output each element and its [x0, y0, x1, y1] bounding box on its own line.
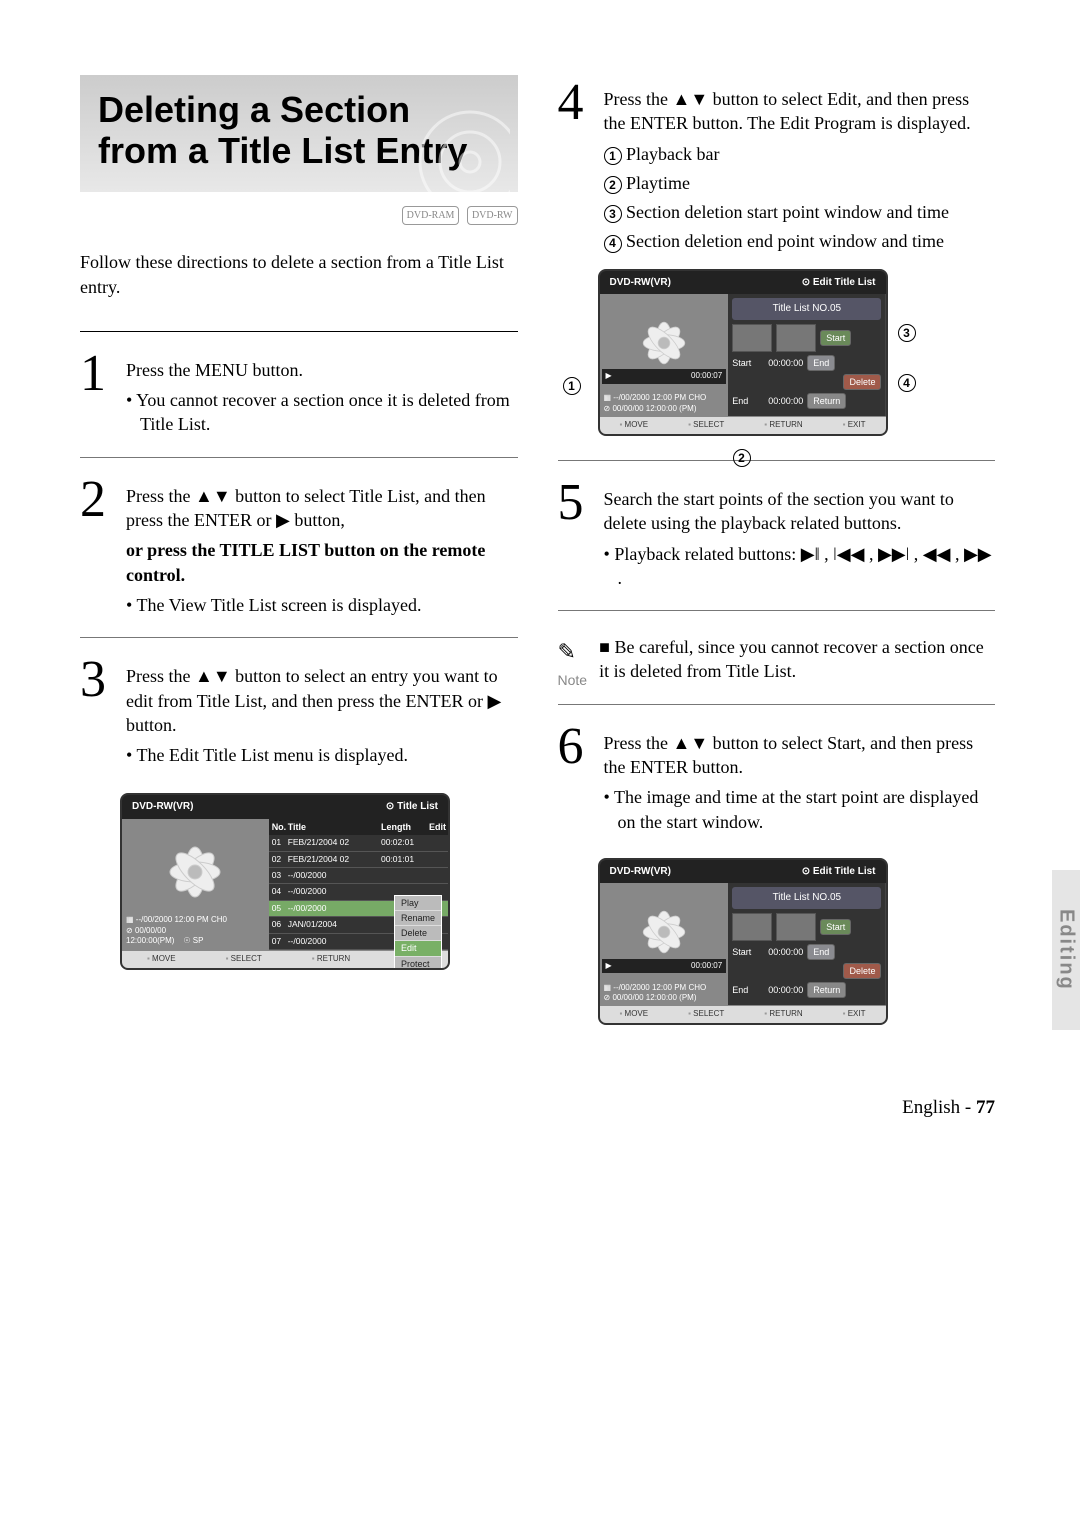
badge-dvdram: DVD-RAM [402, 206, 460, 226]
preview-info: ▦ --/00/2000 12:00 PM CH0 ⊘ 00/00/00 12:… [126, 915, 265, 946]
end-button: End [807, 355, 835, 371]
edit-screen-annotated: DVD-RW(VR) ⊙ Edit Title List ▶00:00:07 ▦… [598, 269, 996, 436]
ff-icon: ▶▶ [964, 544, 992, 564]
rule [80, 637, 518, 638]
col-length: Length [378, 819, 426, 835]
screen-hdr-right: ⊙ Title List [386, 800, 438, 814]
step-6: 6 Press the ▲▼ button to select Start, a… [558, 725, 996, 840]
step-number: 6 [558, 725, 586, 840]
updown-icon: ▲▼ [195, 666, 231, 686]
ann-3-icon: 3 [604, 205, 622, 223]
rule [80, 457, 518, 458]
section-tab: Editing [1052, 870, 1080, 1030]
title-list-screen: DVD-RW(VR) ⊙ Title List ▦ --/00/2000 12:… [120, 793, 450, 970]
step-3: 3 Press the ▲▼ button to select an entry… [80, 658, 518, 773]
ann-4-icon: 4 [604, 235, 622, 253]
col-title: Title [285, 819, 378, 835]
playpause-icon: ▶ǁ [801, 544, 820, 564]
step-1: 1 Press the MENU button. You cannot reco… [80, 352, 518, 443]
note-icon: ✎ [558, 637, 588, 667]
menu-protect: Protect [395, 957, 441, 971]
right-column: 4 Press the ▲▼ button to select Edit, an… [558, 75, 996, 1025]
callout-3: 3 [898, 324, 916, 342]
step2-bullet: The View Title List screen is displayed. [126, 593, 518, 617]
start-button: Start [820, 330, 851, 346]
step2-bold: or press the TITLE LIST button on the re… [126, 538, 518, 587]
disc-badges: DVD-RAM DVD-RW [80, 200, 518, 226]
rule [80, 331, 518, 332]
prev-icon: ǀ◀◀ [833, 544, 864, 564]
screen-hdr-left: DVD-RW(VR) [610, 276, 671, 290]
col-edit: Edit [426, 819, 448, 835]
title-block: Deleting a Section from a Title List Ent… [80, 75, 518, 192]
ann-2-icon: 2 [604, 176, 622, 194]
left-column: Deleting a Section from a Title List Ent… [80, 75, 518, 1025]
step-number: 3 [80, 658, 108, 773]
step1-bullet: You cannot recover a section once it is … [126, 388, 518, 437]
flower-icon [634, 907, 694, 957]
step5-text: Search the start points of the section y… [604, 487, 996, 536]
note-label: Note [558, 671, 588, 690]
callout-2: 2 [733, 449, 751, 467]
step6-bullet: The image and time at the start point ar… [604, 785, 996, 834]
menu-rename: Rename [395, 911, 441, 926]
step-number: 1 [80, 352, 108, 443]
menu-delete: Delete [395, 926, 441, 941]
note-text: ■ Be careful, since you cannot recover a… [599, 635, 995, 684]
play-icon: ▶ [276, 510, 290, 530]
panel-title: Title List NO.05 [732, 298, 881, 320]
callout-1: 1 [563, 377, 581, 395]
col-no: No. [269, 819, 285, 835]
screen-hdr-right: ⊙ Edit Title List [802, 276, 876, 290]
step-2: 2 Press the ▲▼ button to select Title Li… [80, 478, 518, 623]
menu-play: Play [395, 896, 441, 911]
play-icon: ▶ [487, 691, 501, 711]
callout-4: 4 [898, 374, 916, 392]
step-number: 5 [558, 481, 586, 596]
rule [558, 704, 996, 705]
step-number: 2 [80, 478, 108, 623]
annotation-list: 1 Playback bar 2 Playtime 3 Section dele… [604, 142, 996, 254]
badge-dvdrw: DVD-RW [467, 206, 518, 226]
note-block: ✎ Note ■ Be careful, since you cannot re… [558, 635, 996, 690]
step3-text: Press the ▲▼ button to select an entry y… [126, 664, 518, 737]
context-menu: Play Rename Delete Edit Protect [394, 895, 442, 970]
step-number: 4 [558, 81, 586, 259]
step4-text: Press the ▲▼ button to select Edit, and … [604, 87, 996, 136]
flower-icon [634, 318, 694, 368]
menu-edit: Edit [395, 941, 441, 956]
step-4: 4 Press the ▲▼ button to select Edit, an… [558, 81, 996, 259]
disc-art-icon [390, 102, 510, 202]
page-footer: English - 77 [80, 1095, 995, 1121]
table-row: 01FEB/21/2004 0200:02:01 [269, 835, 448, 851]
intro-text: Follow these directions to delete a sect… [80, 250, 518, 299]
rule [558, 610, 996, 611]
step2-text: Press the ▲▼ button to select Title List… [126, 484, 518, 533]
updown-icon: ▲▼ [673, 89, 709, 109]
step5-bullet: Playback related buttons: ▶ǁ , ǀ◀◀ , ▶▶ǀ… [604, 542, 996, 591]
rew-icon: ◀◀ [923, 544, 951, 564]
delete-button: Delete [843, 374, 881, 390]
step3-bullet: The Edit Title List menu is displayed. [126, 743, 518, 767]
step6-text: Press the ▲▼ button to select Start, and… [604, 731, 996, 780]
updown-icon: ▲▼ [673, 733, 709, 753]
edit-screen-2: DVD-RW(VR) ⊙ Edit Title List ▶00:00:07 ▦… [598, 858, 888, 1025]
table-row: 03--/00/2000 [269, 868, 448, 884]
step-5: 5 Search the start points of the section… [558, 481, 996, 596]
table-row: 02FEB/21/2004 0200:01:01 [269, 852, 448, 868]
rule [558, 460, 996, 461]
updown-icon: ▲▼ [195, 486, 231, 506]
return-button: Return [807, 393, 846, 409]
step1-text: Press the MENU button. [126, 358, 518, 382]
flower-icon [160, 842, 230, 902]
next-icon: ▶▶ǀ [878, 544, 909, 564]
screen-hdr-left: DVD-RW(VR) [132, 800, 193, 814]
ann-1-icon: 1 [604, 147, 622, 165]
